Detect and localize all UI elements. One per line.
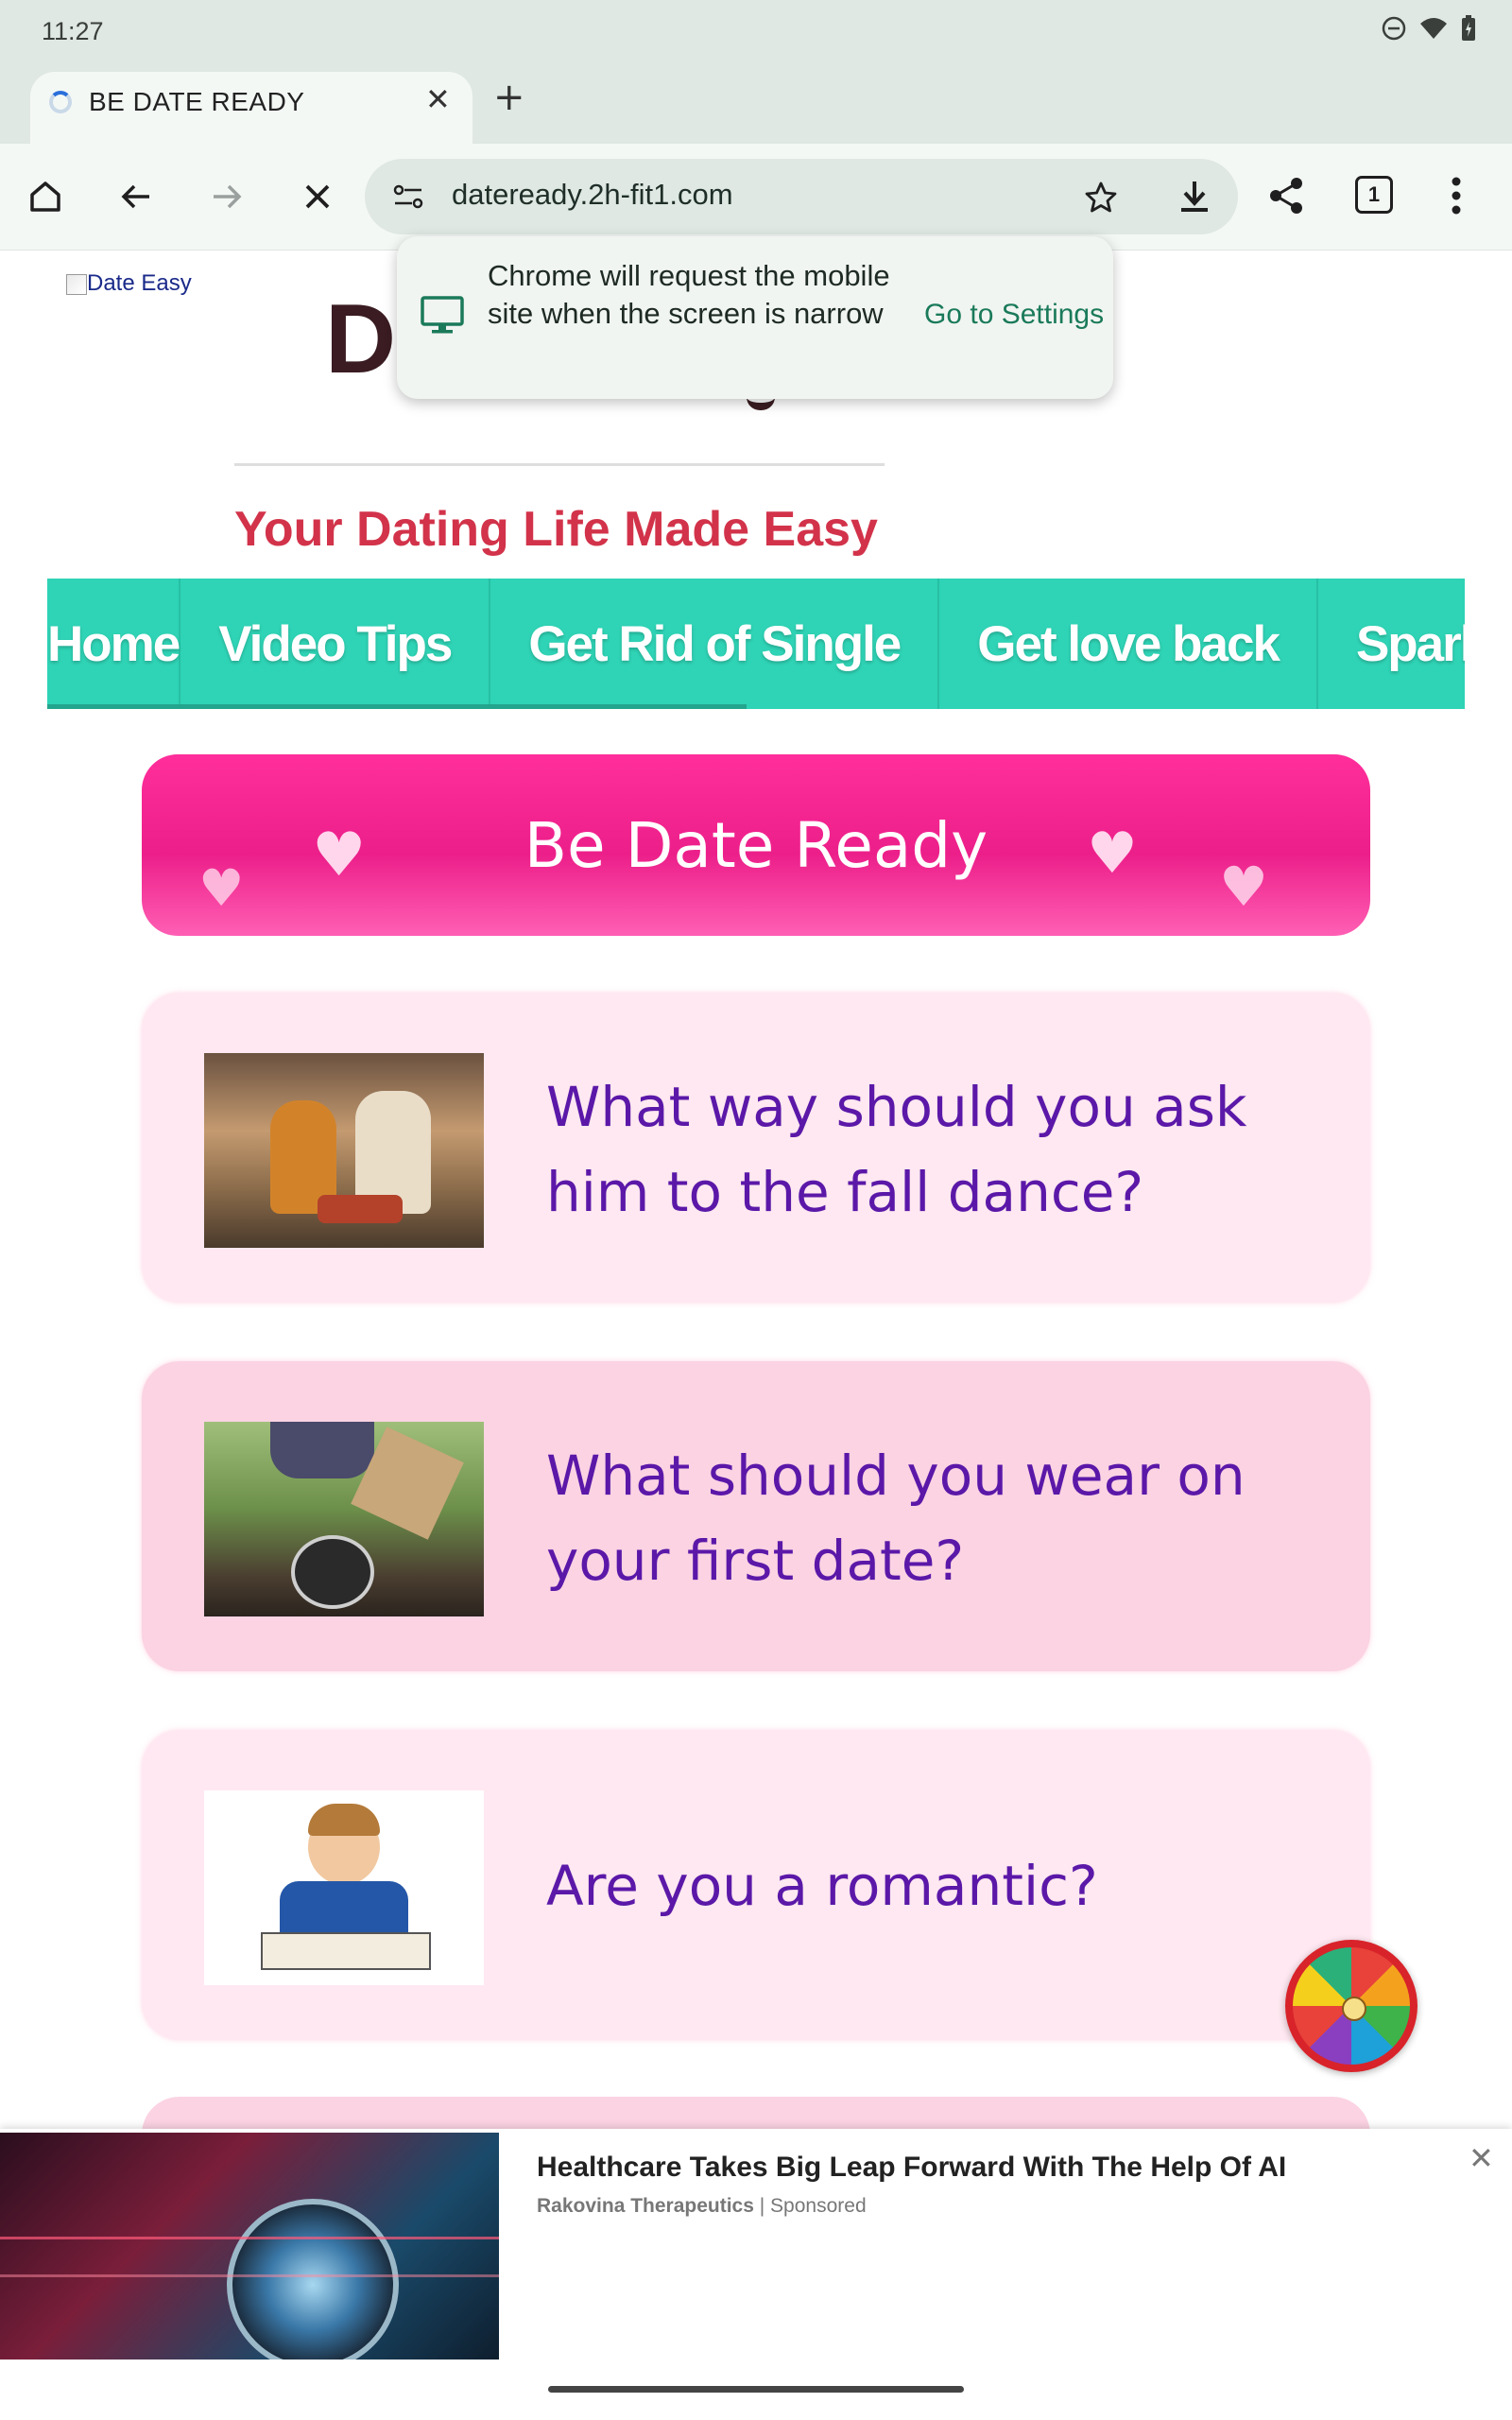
nav-item-get-love-back[interactable]: Get love back bbox=[939, 579, 1318, 709]
go-to-settings-button[interactable]: Go to Settings bbox=[924, 299, 1104, 331]
wifi-icon bbox=[1420, 18, 1447, 39]
more-menu-icon[interactable] bbox=[1452, 176, 1461, 219]
article-thumbnail-clock-walk[interactable] bbox=[204, 1422, 484, 1616]
do-not-disturb-icon bbox=[1382, 16, 1406, 41]
status-time: 11:27 bbox=[42, 17, 104, 45]
gesture-home-indicator[interactable] bbox=[548, 2386, 964, 2393]
site-settings-icon[interactable] bbox=[391, 180, 425, 217]
ad-sponsored-label: Sponsored bbox=[770, 2195, 867, 2217]
tab-close-icon[interactable]: ✕ bbox=[425, 81, 451, 117]
battery-icon bbox=[1462, 15, 1475, 41]
forward-arrow-icon[interactable] bbox=[198, 168, 255, 225]
nav-item-spark[interactable]: Spark bbox=[1318, 579, 1465, 709]
nav-item-home[interactable]: Home bbox=[47, 579, 180, 709]
page-banner: ♥ ♥ ♥ ♥ Be Date Ready bbox=[142, 754, 1370, 936]
site-logo-alt-text: Date Easy bbox=[87, 270, 192, 296]
ad-source: Rakovina Therapeutics | Sponsored bbox=[537, 2195, 867, 2217]
status-icons bbox=[1382, 15, 1476, 42]
new-tab-icon[interactable]: + bbox=[493, 76, 525, 119]
ad-image-stethoscope[interactable] bbox=[0, 2133, 499, 2360]
spin-wheel-center bbox=[1342, 1996, 1366, 2021]
tab-switcher-button[interactable]: 1 bbox=[1355, 176, 1393, 214]
article-title[interactable]: What should you wear on your first date? bbox=[546, 1433, 1321, 1603]
stop-loading-icon[interactable] bbox=[289, 168, 346, 225]
article-title[interactable]: What way should you ask him to the fall … bbox=[546, 1064, 1321, 1235]
url-text[interactable]: dateready.2h-fit1.com bbox=[452, 178, 733, 212]
banner-title: Be Date Ready bbox=[524, 808, 988, 882]
title-divider bbox=[234, 463, 885, 466]
article-thumbnail-couple-picnic[interactable] bbox=[204, 1053, 484, 1248]
popup-message: Chrome will request the mobile site when… bbox=[488, 259, 890, 330]
back-arrow-icon[interactable] bbox=[108, 168, 164, 225]
article-card[interactable]: Are you a romantic? bbox=[142, 1730, 1370, 2040]
article-thumbnail-boy-reading[interactable] bbox=[204, 1790, 484, 1985]
ad-close-icon[interactable]: ✕ bbox=[1469, 2140, 1494, 2176]
home-icon[interactable] bbox=[17, 168, 74, 225]
nav-item-video-tips[interactable]: Video Tips bbox=[180, 579, 491, 709]
download-icon[interactable] bbox=[1176, 178, 1213, 219]
ad-title[interactable]: Healthcare Takes Big Leap Forward With T… bbox=[537, 2152, 1286, 2184]
main-nav: Home Video Tips Get Rid of Single Get lo… bbox=[47, 579, 1465, 709]
loading-spinner-icon bbox=[49, 91, 72, 113]
nav-item-get-rid-of-single[interactable]: Get Rid of Single bbox=[490, 579, 940, 709]
broken-image-icon bbox=[66, 273, 87, 295]
site-logo[interactable]: Date Easy bbox=[66, 270, 192, 297]
site-tagline: Your Dating Life Made Easy bbox=[234, 502, 878, 557]
ad-advertiser: Rakovina Therapeutics bbox=[537, 2195, 754, 2217]
site-title-partial: D bbox=[325, 285, 397, 394]
bookmark-star-icon[interactable] bbox=[1083, 180, 1119, 219]
article-card[interactable]: What should you wear on your first date? bbox=[142, 1361, 1370, 1671]
article-card[interactable]: What way should you ask him to the fall … bbox=[142, 993, 1370, 1303]
article-title[interactable]: Are you a romantic? bbox=[546, 1843, 1321, 1928]
nav-scrollbar[interactable] bbox=[47, 704, 747, 709]
share-icon[interactable] bbox=[1266, 176, 1306, 219]
desktop-monitor-icon bbox=[420, 295, 465, 340]
tab-title: BE DATE READY bbox=[89, 87, 305, 116]
